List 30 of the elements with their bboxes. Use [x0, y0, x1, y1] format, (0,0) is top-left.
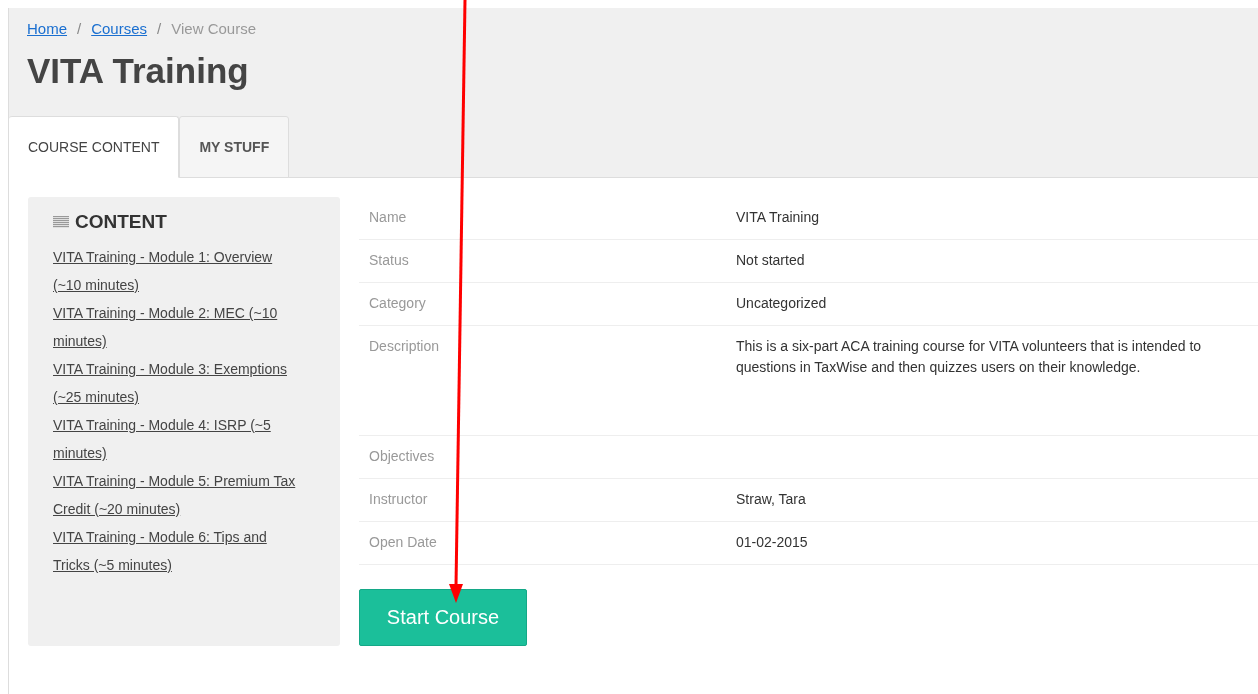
- breadcrumb-link[interactable]: Home: [27, 20, 67, 37]
- module-link[interactable]: VITA Training - Module 6: Tips and Tricks (~5 minutes): [53, 523, 315, 579]
- page-title: VITA Training: [27, 50, 250, 92]
- detail-label: Status: [368, 252, 410, 270]
- breadcrumb-separator: /: [77, 20, 82, 37]
- tab[interactable]: COURSE CONTENT: [9, 116, 180, 178]
- content-heading: CONTENT: [75, 211, 167, 233]
- detail-label: Name: [368, 209, 408, 227]
- module-link[interactable]: VITA Training - Module 2: MEC (~10 minutes): [53, 299, 315, 355]
- detail-label: Open Date: [368, 534, 438, 552]
- detail-value: 01-02-2015: [736, 533, 808, 552]
- detail-label: Objectives: [368, 448, 436, 466]
- detail-value: Straw, Tara: [736, 490, 806, 509]
- breadcrumb-current: View Course: [171, 20, 256, 37]
- breadcrumb-separator: /: [157, 20, 162, 37]
- detail-value: Uncategorized: [736, 294, 827, 313]
- tab[interactable]: MY STUFF: [179, 116, 290, 178]
- breadcrumb-link[interactable]: Courses: [91, 20, 148, 37]
- module-link[interactable]: VITA Training - Module 3: Exemptions (~25 minutes): [53, 355, 315, 411]
- detail-label: Instructor: [368, 491, 429, 509]
- detail-label: Description: [368, 338, 441, 356]
- module-link[interactable]: VITA Training - Module 5: Premium Tax Credit (~20 minutes): [53, 467, 315, 523]
- detail-label: Category: [368, 295, 427, 313]
- list-icon: [53, 216, 69, 228]
- detail-value: Not started: [736, 251, 805, 270]
- module-link[interactable]: VITA Training - Module 4: ISRP (~5 minutes): [53, 411, 315, 467]
- detail-value: questions in TaxWise and then quizzes users on their knowledge.: [736, 358, 1141, 377]
- detail-value: This is a six-part ACA training course for VITA volunteers that is intended to: [736, 337, 1202, 356]
- detail-value: VITA Training: [736, 208, 819, 227]
- module-link[interactable]: VITA Training - Module 1: Overview (~10 minutes): [53, 243, 315, 299]
